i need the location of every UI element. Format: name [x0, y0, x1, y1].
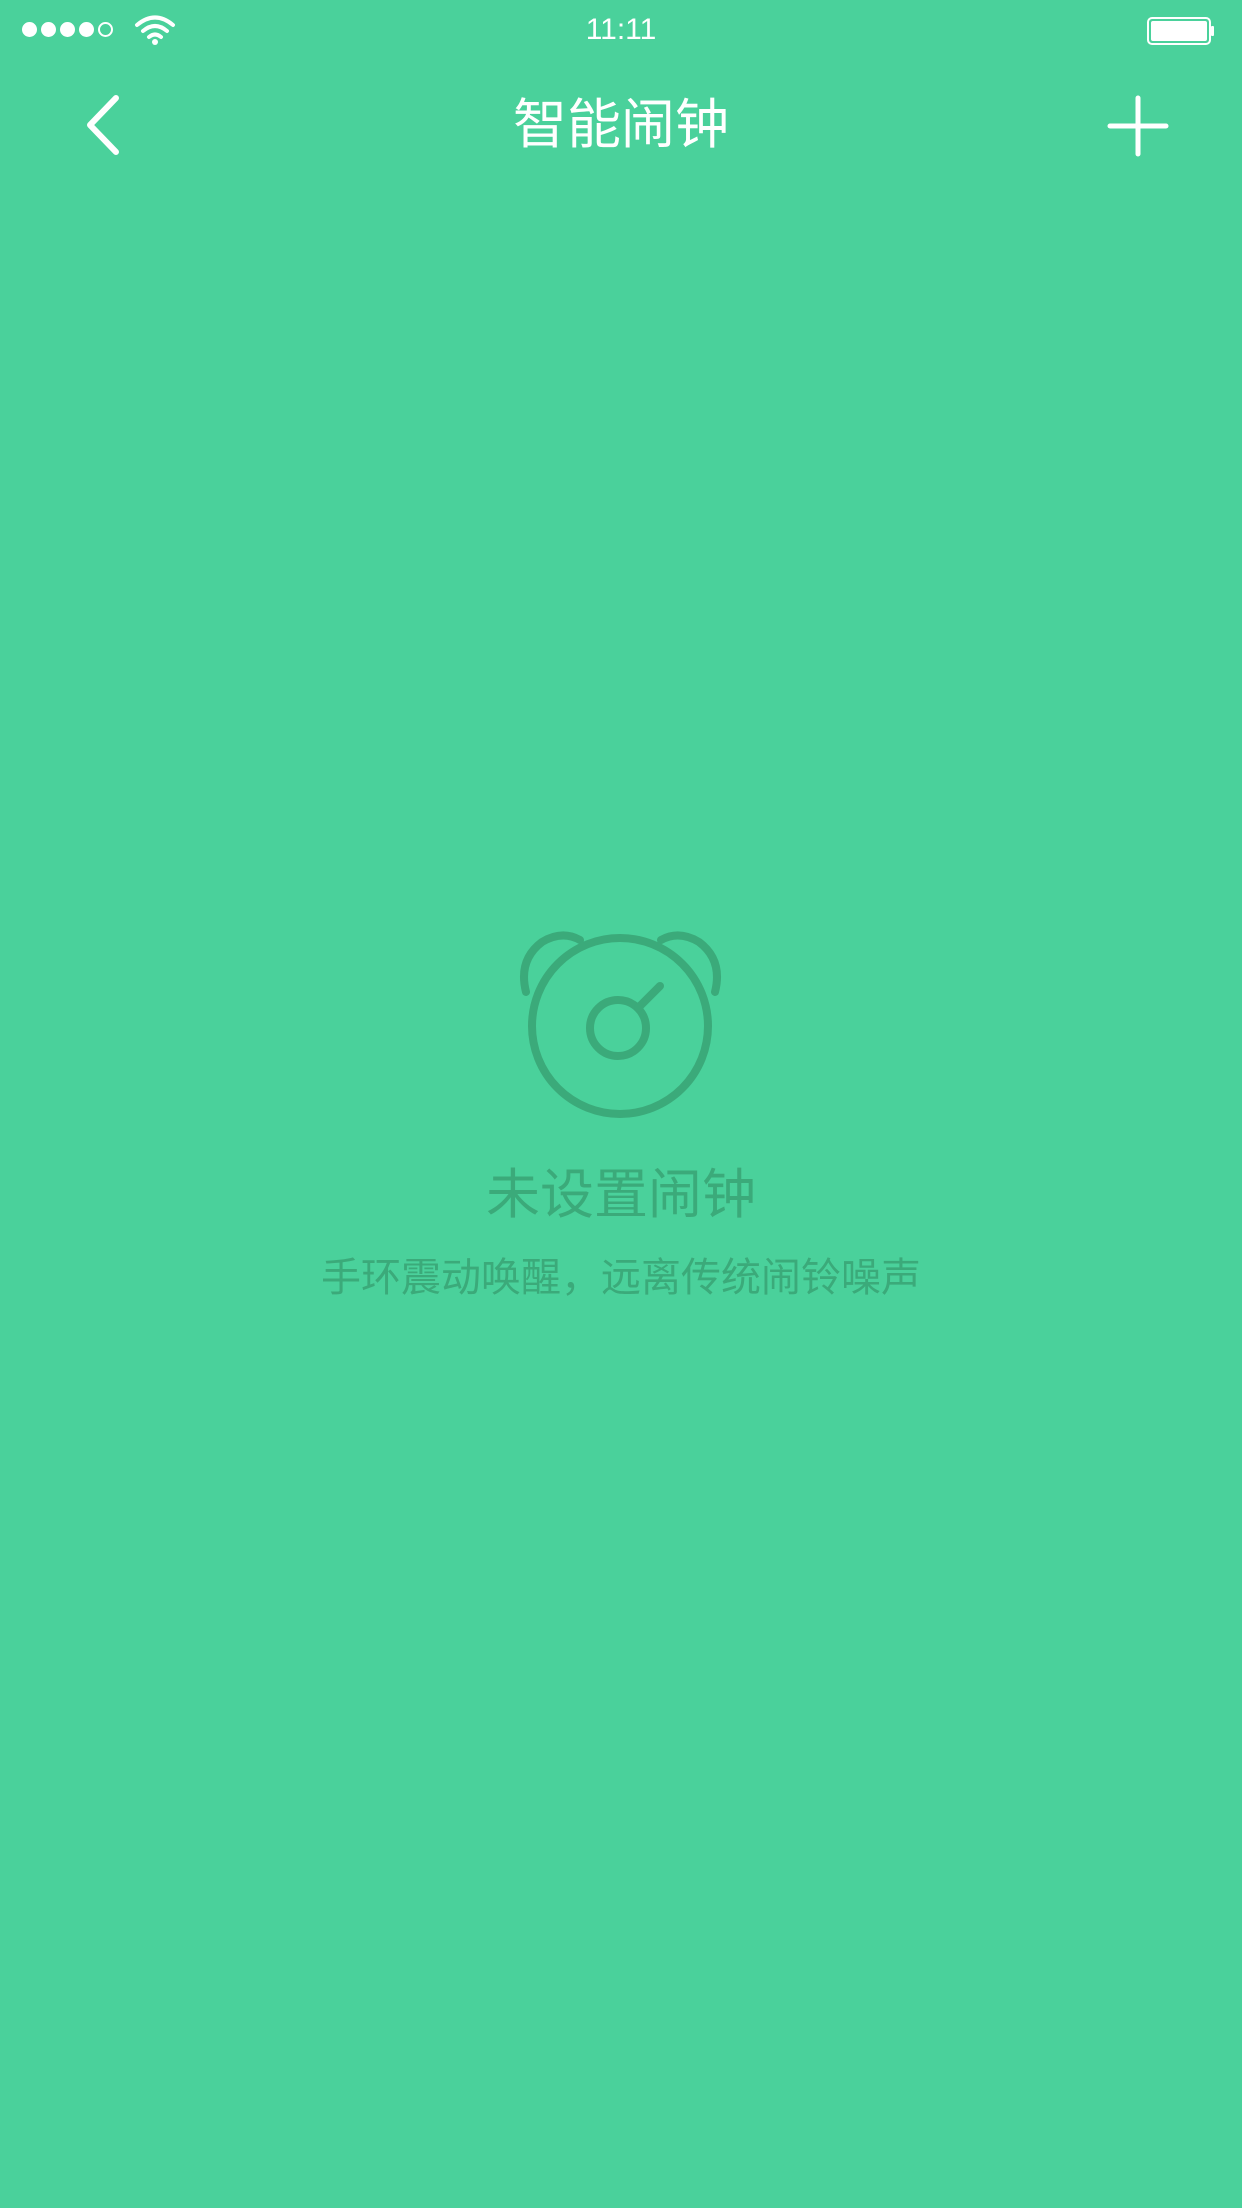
battery-icon	[1147, 17, 1214, 45]
alarm-screen: 11:11 智能闹钟 未设置闹钟 手环震动唤醒，远离传统闹铃噪声	[0, 0, 1242, 2208]
empty-state-title: 未设置闹钟	[486, 1163, 756, 1226]
page-title: 智能闹钟	[513, 93, 729, 156]
status-time: 11:11	[585, 13, 657, 46]
add-alarm-button[interactable]	[1106, 94, 1170, 158]
empty-state-subtitle: 手环震动唤醒，远离传统闹铃噪声	[321, 1255, 921, 1301]
alarm-clock-icon	[520, 931, 721, 1118]
status-bar: 11:11	[0, 0, 1242, 60]
plus-icon	[1107, 95, 1169, 157]
